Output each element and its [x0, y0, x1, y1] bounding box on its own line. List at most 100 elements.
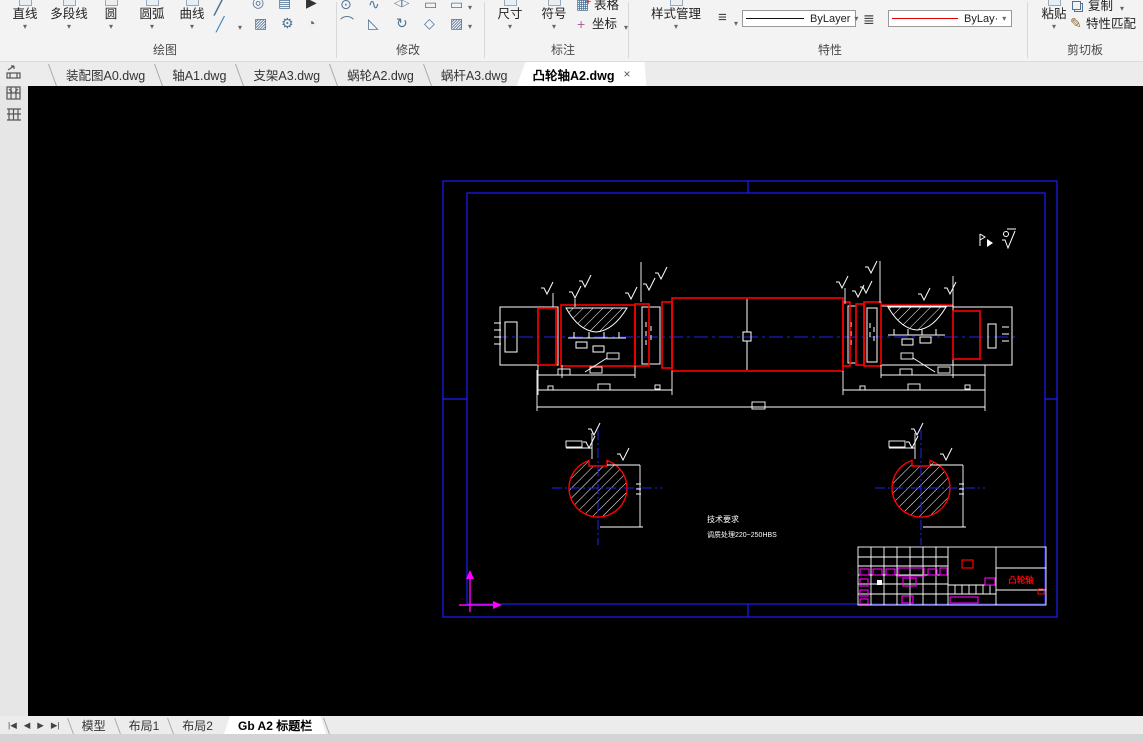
stretch-icon[interactable]: ⊙: [340, 0, 352, 12]
notes-line-1: 技术要求: [707, 514, 739, 524]
fillet-icon[interactable]: ⌒: [340, 15, 354, 31]
file-tab-camshaft-active[interactable]: 凸轮轴A2.dwg ×: [517, 62, 647, 86]
linetype-dropdown[interactable]: ByLayer ▾: [742, 10, 858, 27]
lineweight-icon[interactable]: ≣: [863, 11, 875, 27]
cross-section-right[interactable]: [875, 430, 985, 545]
block-icon[interactable]: ▤: [278, 0, 291, 10]
layout-tab-bar: |◀ ◀ ▶ ▶| 模型 布局1 布局2 Gb A2 标题栏: [0, 716, 1143, 734]
arc-tool-button[interactable]: 圆弧 ▾: [130, 0, 174, 31]
gear-icon[interactable]: ⚙: [281, 15, 294, 31]
title-block-red-box: [961, 559, 974, 569]
spline-icon: [185, 0, 199, 6]
cam-lobe-hatch: [887, 306, 947, 331]
rotate-icon[interactable]: ↻: [396, 15, 408, 31]
match-properties-button[interactable]: 特性匹配: [1086, 16, 1136, 32]
close-icon[interactable]: ×: [623, 67, 630, 81]
chamfer-icon[interactable]: ◺: [368, 15, 379, 31]
copy-button[interactable]: 复制: [1088, 0, 1113, 14]
ucs-icon: [459, 570, 502, 612]
annotate-panel-label: 标注: [550, 43, 575, 57]
chevron-down-icon[interactable]: ▾: [468, 19, 472, 35]
layer-grid-icon[interactable]: [5, 85, 23, 101]
first-layout-icon[interactable]: |◀: [8, 720, 17, 731]
dimension-button[interactable]: 尺寸 ▾: [488, 0, 532, 31]
line-tool-button[interactable]: 直线 ▾: [3, 0, 47, 31]
last-layout-icon[interactable]: ▶|: [51, 720, 60, 731]
prev-layout-icon[interactable]: ◀: [24, 720, 31, 731]
orbit-icon[interactable]: ◇: [424, 15, 435, 31]
pointer-icon[interactable]: ▶: [306, 0, 317, 10]
construction-line-icon[interactable]: ╱: [214, 0, 225, 15]
file-tab-assembly[interactable]: 装配图A0.dwg: [53, 62, 158, 86]
chevron-down-icon[interactable]: ▾: [854, 14, 858, 23]
clipboard-panel-label: 剪切板: [1066, 43, 1103, 57]
mirror-icon[interactable]: ◁▷: [394, 0, 409, 12]
chevron-down-icon[interactable]: ▾: [734, 16, 738, 32]
coordinate-button[interactable]: 坐标: [592, 16, 617, 32]
technical-notes[interactable]: 技术要求 调质处理220~250HBS: [707, 514, 777, 539]
style-manager-button[interactable]: 样式管理 ▾: [636, 0, 716, 31]
region-icon[interactable]: ◔: [307, 15, 315, 31]
symbol-button[interactable]: 符号 ▾: [532, 0, 576, 31]
hatch-edit-icon[interactable]: ▨: [450, 15, 463, 31]
file-tab-worm[interactable]: 蜗杆A3.dwg: [428, 62, 521, 86]
spline-tool-button[interactable]: 曲线 ▾: [170, 0, 214, 31]
style-manager-label: 样式管理: [650, 7, 701, 21]
file-tab-bar: 装配图A0.dwg 轴A1.dwg 支架A3.dwg 蜗轮A2.dwg 蜗杆A3…: [0, 62, 1143, 86]
file-tab-wormgear[interactable]: 蜗轮A2.dwg: [334, 62, 427, 86]
shaft-front-view[interactable]: [494, 299, 1013, 370]
color-sample: [892, 18, 958, 19]
modelspace-view[interactable]: 技术要求 调质处理220~250HBS 凸轮轴: [28, 86, 1143, 716]
chevron-down-icon[interactable]: ▾: [1002, 14, 1006, 23]
line-tool-label: 直线: [12, 7, 38, 21]
layout-tab-label: 布局1: [128, 718, 160, 733]
single-line-icon[interactable]: ╱: [216, 16, 224, 32]
chevron-down-icon[interactable]: ▾: [238, 20, 242, 36]
cad-application-window: 直线 ▾ 多段线 ▾ 圆 ▾ 圆弧 ▾ 曲线 ▾ ╱ ◎ ▤ ▶ ╱ ▾ ▨ ⚙…: [0, 0, 1143, 742]
chevron-down-icon[interactable]: ▾: [468, 0, 472, 16]
sheet-frame[interactable]: [442, 180, 1058, 618]
file-tab-shaft-a1[interactable]: 轴A1.dwg: [159, 62, 239, 86]
chevron-down-icon[interactable]: ▾: [552, 23, 556, 31]
next-layout-icon[interactable]: ▶: [37, 720, 44, 731]
title-block[interactable]: 凸轮轴: [857, 546, 1047, 606]
chevron-down-icon[interactable]: ▾: [23, 23, 27, 31]
chevron-down-icon[interactable]: ▾: [1120, 1, 1124, 17]
chevron-down-icon[interactable]: ▾: [109, 23, 113, 31]
chevron-down-icon[interactable]: ▾: [67, 23, 71, 31]
hatch-icon[interactable]: ▨: [254, 15, 267, 31]
properties-panel-label: 特性: [817, 43, 842, 57]
table-grid-icon[interactable]: [5, 106, 23, 122]
table-button[interactable]: 表格: [594, 0, 619, 13]
layout-tab-titleblock-active[interactable]: Gb A2 标题栏: [224, 716, 326, 734]
color-value: ByLay·: [964, 12, 999, 25]
color-dropdown[interactable]: ByLay· ▾: [888, 10, 1012, 27]
chevron-down-icon[interactable]: ▾: [508, 23, 512, 31]
file-tab-bracket[interactable]: 支架A3.dwg: [240, 62, 333, 86]
file-tab-label: 轴A1.dwg: [172, 68, 227, 83]
layout-tab-label: 模型: [81, 718, 106, 733]
chevron-down-icon[interactable]: ▾: [674, 23, 678, 31]
polyline-tool-label: 多段线: [50, 7, 88, 21]
coordinate-icon[interactable]: +: [577, 16, 585, 32]
arc-icon: [145, 0, 159, 6]
circle-tool-button[interactable]: 圆 ▾: [89, 0, 133, 31]
camera-icon[interactable]: ◎: [252, 0, 264, 10]
paste-icon: [1047, 0, 1061, 6]
measure-icon[interactable]: ∿: [368, 0, 380, 12]
quick-select-icon[interactable]: [5, 64, 23, 80]
layout-tab-model[interactable]: 模型: [71, 716, 117, 734]
polyline-tool-button[interactable]: 多段线 ▾: [45, 0, 93, 31]
rectangle-icon[interactable]: ▭: [424, 0, 437, 12]
file-tab-label: 支架A3.dwg: [253, 68, 321, 83]
layer-list-icon[interactable]: ≡: [718, 10, 727, 26]
layout-tab-layout1[interactable]: 布局1: [118, 716, 171, 734]
chevron-down-icon[interactable]: ▾: [150, 23, 154, 31]
layout-tab-layout2[interactable]: 布局2: [171, 716, 224, 734]
array-icon[interactable]: ▭: [450, 0, 463, 12]
dimension-label: 尺寸: [497, 7, 523, 21]
chevron-down-icon[interactable]: ▾: [1052, 23, 1056, 31]
cross-section-left[interactable]: [552, 430, 662, 545]
panel-divider: [484, 2, 485, 58]
chevron-down-icon[interactable]: ▾: [190, 23, 194, 31]
